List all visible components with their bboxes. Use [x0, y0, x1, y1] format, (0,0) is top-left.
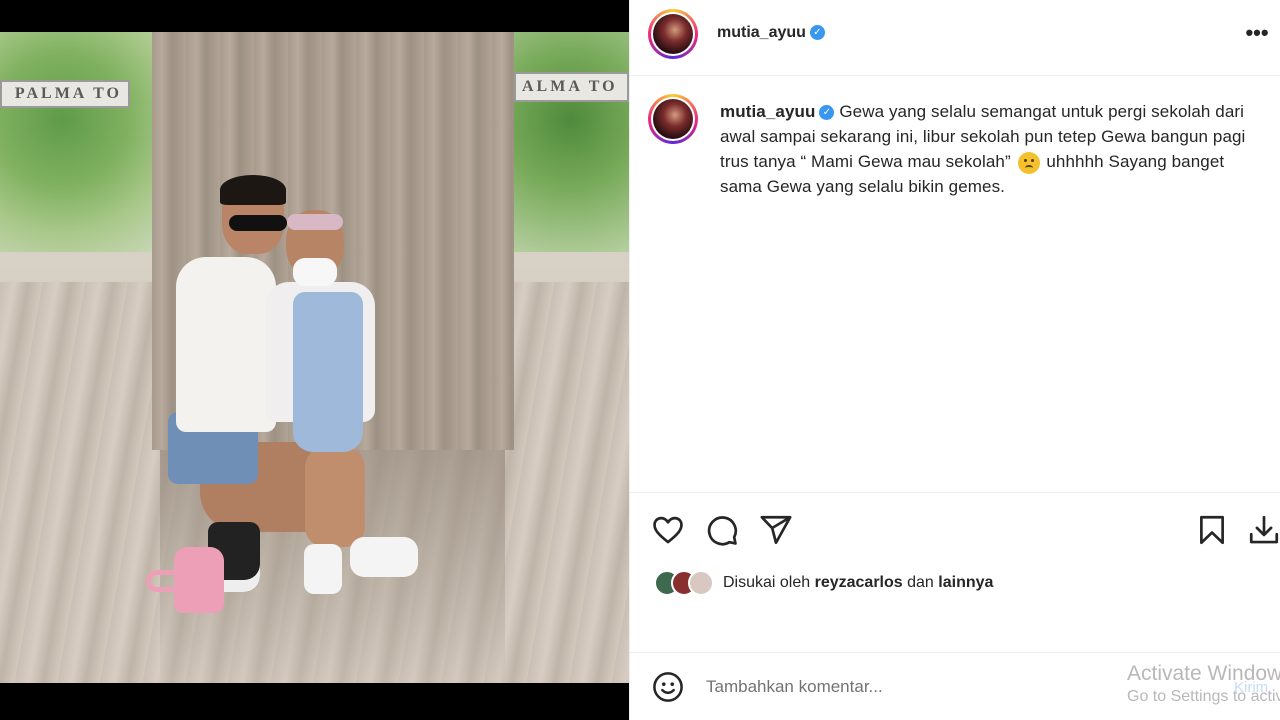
photo-trees-right — [512, 32, 629, 252]
photo-child-shoe-left — [304, 544, 342, 594]
post-media-pane: PALMA TO ALMA TO — [0, 0, 629, 720]
screen: PALMA TO ALMA TO mutia_ayuu ✓ ••• mutia_… — [0, 0, 1280, 720]
photo-pink-bottle — [174, 547, 224, 613]
comment-input[interactable] — [706, 675, 1106, 699]
photo-sign-left: PALMA TO — [0, 80, 130, 108]
caption-username[interactable]: mutia_ayuu — [720, 102, 815, 121]
photo-trees-left — [0, 32, 155, 252]
liked-by-text: Disukai oleh reyzacarlos dan lainnya — [723, 574, 993, 592]
verified-badge-icon: ✓ — [819, 105, 835, 121]
header-avatar[interactable] — [648, 9, 698, 59]
post-side-panel: mutia_ayuu ✓ ••• mutia_ayuu ✓ Gewa yang se… — [629, 0, 1280, 720]
verified-badge-icon: ✓ — [809, 25, 825, 41]
caption-block: mutia_ayuu ✓ Gewa yang selalu semangat un… — [630, 77, 1280, 492]
post-header: mutia_ayuu ✓ ••• — [630, 0, 1280, 76]
avatar-image — [653, 99, 693, 139]
liked-by-row: Disukai oleh reyzacarlos dan lainnya — [654, 569, 993, 597]
photo-child-dress — [293, 292, 363, 452]
heart-icon[interactable] — [651, 513, 685, 547]
send-icon[interactable] — [759, 513, 793, 547]
liked-others-link[interactable]: lainnya — [938, 574, 993, 591]
photo-woman-shirt — [176, 257, 276, 432]
liker-avatar[interactable] — [688, 570, 714, 596]
photo-child-mask — [293, 258, 337, 286]
photo-woman-sunglasses — [229, 215, 287, 231]
caption-avatar[interactable] — [648, 94, 698, 144]
download-icon[interactable] — [1247, 513, 1280, 547]
caption-text: mutia_ayuu ✓ Gewa yang selalu semangat un… — [720, 99, 1260, 199]
post-photo[interactable]: PALMA TO ALMA TO — [0, 32, 629, 683]
photo-child-shoe-right — [350, 537, 418, 577]
comment-bar: Activate Windows Go to Settings to activ… — [630, 652, 1280, 720]
post-comment-button[interactable]: Kirim — [1234, 679, 1268, 696]
liked-prefix: Disukai oleh — [723, 574, 811, 591]
avatar-image — [653, 14, 693, 54]
liked-user-link[interactable]: reyzacarlos — [815, 574, 903, 591]
comment-icon[interactable] — [705, 513, 739, 547]
bookmark-icon[interactable] — [1195, 513, 1229, 547]
liked-conjunction: dan — [907, 574, 934, 591]
worried-face-emoji-icon — [1017, 151, 1040, 174]
more-options-button[interactable]: ••• — [1242, 18, 1272, 48]
emoji-picker-icon[interactable] — [651, 670, 685, 704]
header-user: mutia_ayuu ✓ — [717, 24, 825, 42]
photo-child-legs — [305, 447, 365, 547]
photo-woman-hair — [220, 175, 286, 205]
photo-sign-right: ALMA TO — [514, 72, 629, 102]
post-actions: Disukai oleh reyzacarlos dan lainnya — [630, 492, 1280, 652]
photo-child-headband — [287, 214, 343, 230]
header-username[interactable]: mutia_ayuu — [717, 24, 806, 41]
